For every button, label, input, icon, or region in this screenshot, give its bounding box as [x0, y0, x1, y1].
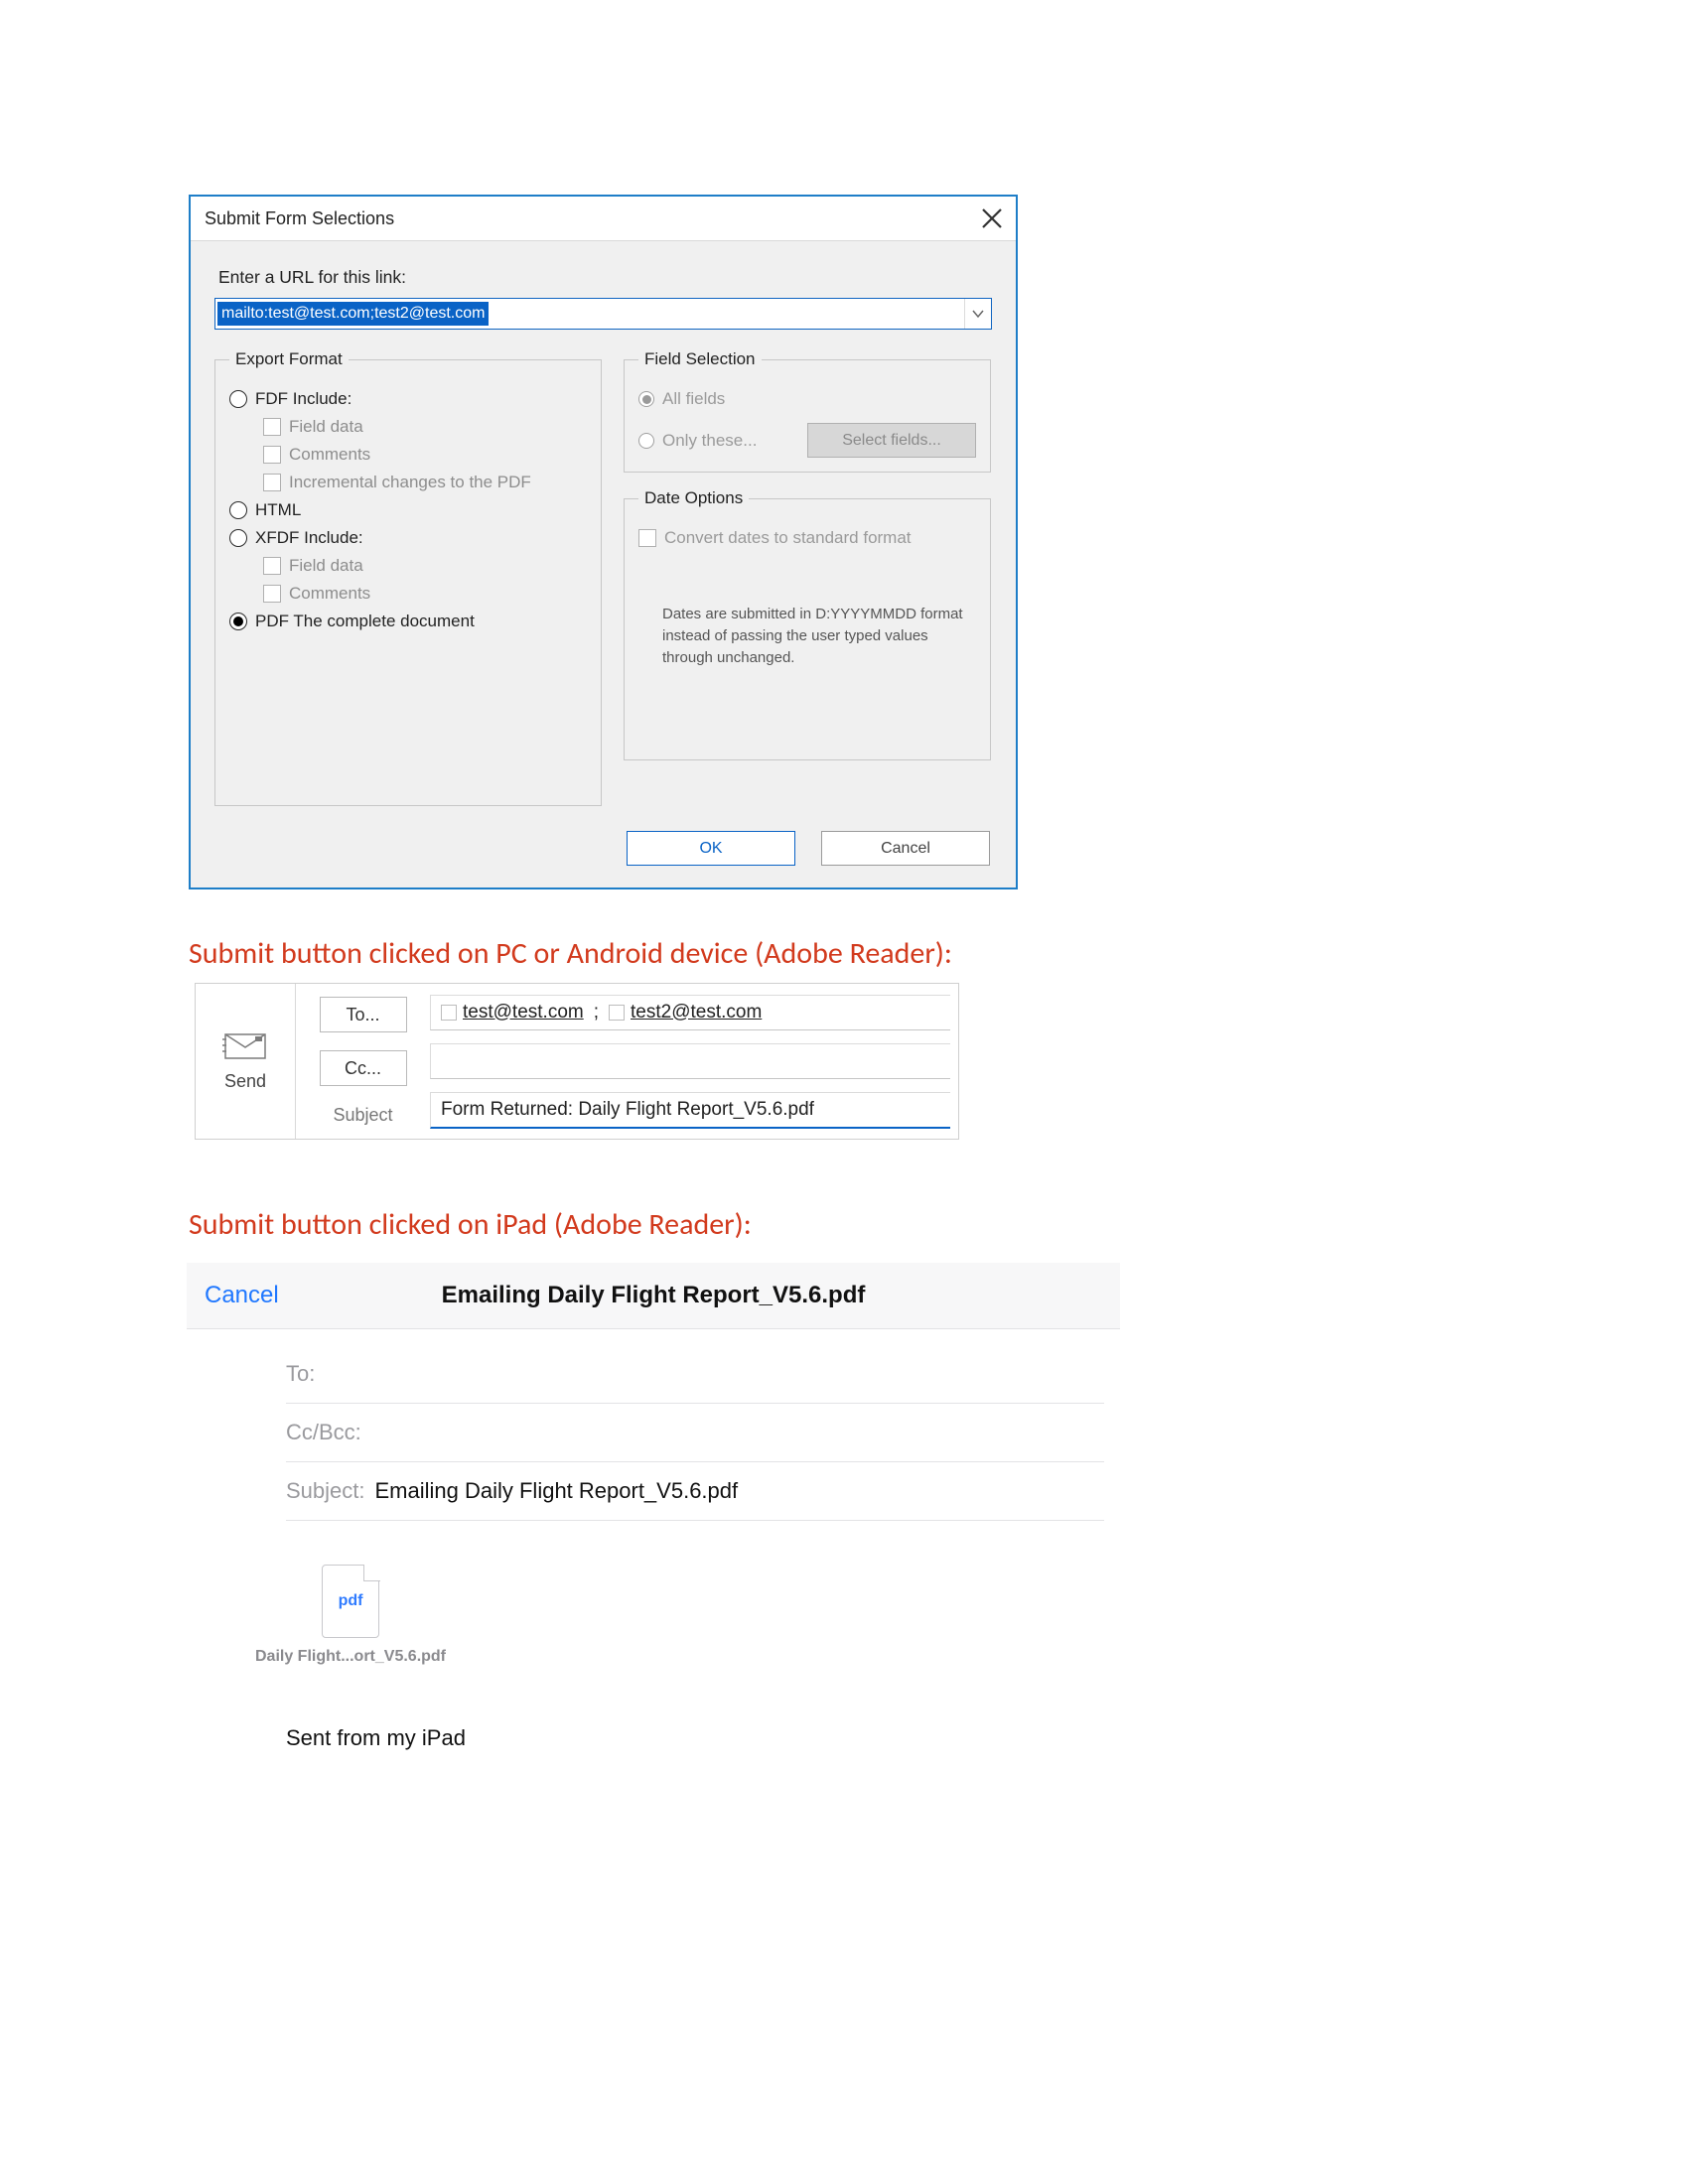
radio-icon	[638, 391, 654, 407]
checkbox-icon	[263, 474, 281, 491]
outlook-compose: Send To... Cc... Subject test@test.com ;…	[195, 983, 959, 1140]
pdf-file-icon: pdf	[322, 1565, 379, 1638]
to-button[interactable]: To...	[320, 997, 407, 1032]
check-label: Comments	[289, 445, 370, 465]
submit-form-dialog: Submit Form Selections Enter a URL for t…	[189, 195, 1018, 889]
ipad-subject-row[interactable]: Subject: Emailing Daily Flight Report_V5…	[286, 1462, 1104, 1521]
chip-box-icon	[441, 1005, 457, 1021]
radio-html[interactable]: HTML	[229, 500, 587, 520]
check-label: Incremental changes to the PDF	[289, 473, 531, 492]
check-comments-fdf[interactable]: Comments	[263, 445, 587, 465]
ipad-ccbcc-row[interactable]: Cc/Bcc:	[286, 1404, 1104, 1462]
envelope-icon	[222, 1031, 268, 1061]
attachment-badge: pdf	[339, 1592, 363, 1610]
check-label: Comments	[289, 584, 370, 604]
url-value: mailto:test@test.com;test2@test.com	[217, 302, 489, 326]
radio-icon	[229, 613, 247, 630]
to-chip-2-label: test2@test.com	[631, 1002, 762, 1024]
url-combobox[interactable]: mailto:test@test.com;test2@test.com	[214, 298, 992, 330]
check-convert-dates: Convert dates to standard format	[638, 528, 976, 548]
radio-xfdf[interactable]: XFDF Include:	[229, 528, 587, 548]
cancel-button[interactable]: Cancel	[821, 831, 990, 866]
field-selection-legend: Field Selection	[638, 349, 762, 369]
date-note: Dates are submitted in D:YYYYMMDD format…	[638, 604, 976, 676]
field-selection-group: Field Selection All fields Only these...…	[624, 349, 991, 473]
subject-label: Subject	[333, 1105, 392, 1126]
ok-button[interactable]: OK	[627, 831, 795, 866]
check-field-data-fdf[interactable]: Field data	[263, 417, 587, 437]
ipad-to-row[interactable]: To:	[286, 1345, 1104, 1404]
to-separator: ;	[594, 1002, 599, 1024]
check-comments-xfdf[interactable]: Comments	[263, 584, 587, 604]
check-incremental[interactable]: Incremental changes to the PDF	[263, 473, 587, 492]
ipad-subject-value: Emailing Daily Flight Report_V5.6.pdf	[375, 1478, 739, 1504]
cc-button[interactable]: Cc...	[320, 1050, 407, 1086]
chevron-down-icon[interactable]	[964, 299, 991, 329]
checkbox-icon	[263, 418, 281, 436]
checkbox-icon	[263, 446, 281, 464]
select-fields-button: Select fields...	[807, 423, 976, 458]
send-button[interactable]: Send	[196, 984, 296, 1139]
dialog-titlebar: Submit Form Selections	[191, 197, 1016, 241]
export-format-legend: Export Format	[229, 349, 349, 369]
radio-fdf-label: FDF Include:	[255, 389, 352, 409]
close-icon[interactable]	[980, 206, 1004, 230]
radio-all-fields-label: All fields	[662, 389, 725, 409]
attachment-name: Daily Flight...ort_V5.6.pdf	[255, 1648, 446, 1666]
radio-icon	[229, 390, 247, 408]
check-label: Field data	[289, 417, 363, 437]
radio-only-these-label: Only these...	[662, 431, 757, 451]
ipad-subject-label: Subject:	[286, 1478, 365, 1504]
to-chip-1-label: test@test.com	[463, 1002, 584, 1024]
check-label: Convert dates to standard format	[664, 528, 912, 548]
ipad-compose: Cancel Emailing Daily Flight Report_V5.6…	[187, 1263, 1120, 1751]
check-field-data-xfdf[interactable]: Field data	[263, 556, 587, 576]
checkbox-icon	[263, 557, 281, 575]
radio-fdf[interactable]: FDF Include:	[229, 389, 587, 409]
caption-pc-android: Submit button clicked on PC or Android d…	[189, 935, 952, 972]
ipad-to-label: To:	[286, 1361, 315, 1387]
ipad-header: Cancel Emailing Daily Flight Report_V5.6…	[187, 1263, 1120, 1329]
radio-pdf[interactable]: PDF The complete document	[229, 612, 587, 631]
ipad-ccbcc-label: Cc/Bcc:	[286, 1420, 361, 1445]
to-chip-2[interactable]: test2@test.com	[609, 1002, 762, 1024]
radio-icon	[229, 529, 247, 547]
checkbox-icon	[263, 585, 281, 603]
radio-icon	[638, 433, 654, 449]
radio-only-these: Only these...	[638, 431, 757, 451]
chip-box-icon	[609, 1005, 625, 1021]
ipad-cancel-button[interactable]: Cancel	[205, 1282, 279, 1309]
caption-ipad: Submit button clicked on iPad (Adobe Rea…	[189, 1206, 752, 1243]
ipad-title: Emailing Daily Flight Report_V5.6.pdf	[187, 1282, 1120, 1309]
to-chip-1[interactable]: test@test.com	[441, 1002, 584, 1024]
date-options-group: Date Options Convert dates to standard f…	[624, 488, 991, 760]
radio-pdf-label: PDF The complete document	[255, 612, 475, 631]
check-label: Field data	[289, 556, 363, 576]
dialog-title: Submit Form Selections	[205, 208, 394, 229]
checkbox-icon	[638, 529, 656, 547]
radio-icon	[229, 501, 247, 519]
date-options-legend: Date Options	[638, 488, 749, 508]
send-label: Send	[224, 1071, 266, 1092]
cc-field[interactable]	[430, 1043, 950, 1079]
radio-html-label: HTML	[255, 500, 301, 520]
subject-field[interactable]: Form Returned: Daily Flight Report_V5.6.…	[430, 1092, 950, 1129]
radio-xfdf-label: XFDF Include:	[255, 528, 363, 548]
to-field[interactable]: test@test.com ; test2@test.com	[430, 995, 950, 1030]
ipad-signature: Sent from my iPad	[187, 1666, 1120, 1751]
subject-value: Form Returned: Daily Flight Report_V5.6.…	[441, 1099, 814, 1121]
url-label: Enter a URL for this link:	[218, 267, 992, 288]
attachment[interactable]: pdf Daily Flight...ort_V5.6.pdf	[286, 1565, 415, 1666]
export-format-group: Export Format FDF Include: Field data Co…	[214, 349, 602, 806]
radio-all-fields: All fields	[638, 389, 976, 409]
